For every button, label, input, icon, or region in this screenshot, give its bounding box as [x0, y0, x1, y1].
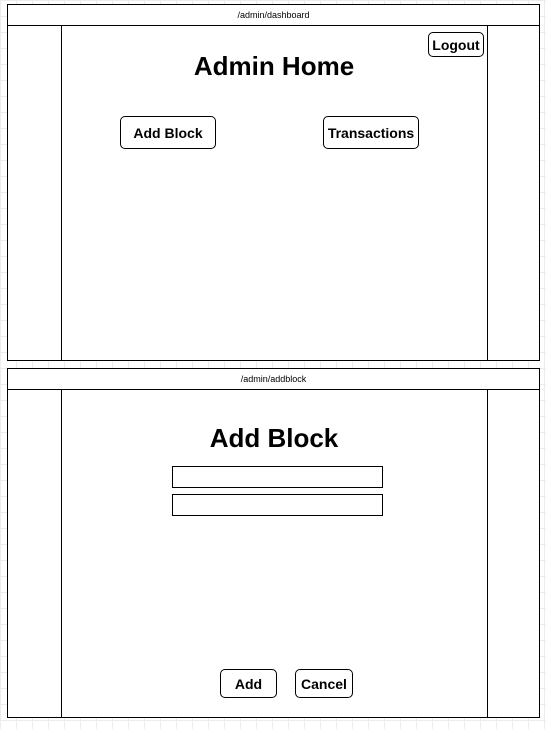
addblock-url-bar: /admin/addblock	[8, 369, 539, 390]
dashboard-wireframe: /admin/dashboard Admin Home Logout Add B…	[7, 4, 540, 361]
page-title: Admin Home	[193, 51, 355, 81]
block-input-1[interactable]	[172, 466, 383, 488]
add-block-button[interactable]: Add Block	[120, 116, 216, 149]
add-button[interactable]: Add	[220, 669, 277, 698]
transactions-button[interactable]: Transactions	[323, 116, 419, 149]
right-margin-line	[487, 390, 488, 717]
addblock-wireframe: /admin/addblock Add Block Add Cancel	[7, 368, 540, 718]
cancel-button[interactable]: Cancel	[295, 669, 353, 698]
page-title: Add Block	[209, 423, 339, 453]
logout-button[interactable]: Logout	[428, 32, 484, 57]
right-margin-line	[487, 26, 488, 360]
block-input-2[interactable]	[172, 494, 383, 516]
dashboard-url-bar: /admin/dashboard	[8, 5, 539, 26]
